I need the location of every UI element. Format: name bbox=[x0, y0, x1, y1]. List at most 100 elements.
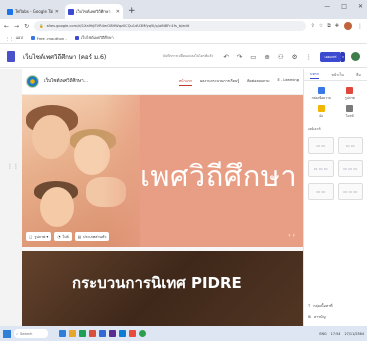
minimize-button[interactable]: — bbox=[324, 3, 330, 10]
browser-menu-icon[interactable]: ⋮ bbox=[357, 23, 363, 30]
address-bar-row: ← → ↻ 🔒 sites.google.com/d/1Xa9hJEVR4mO8… bbox=[0, 19, 367, 33]
taskbar-app-icon[interactable] bbox=[59, 330, 66, 337]
content-block-item[interactable]: T กลุ่มเนื้อหาที่ bbox=[308, 303, 333, 309]
system-tray: ENG 17:54 27/11/2564 bbox=[319, 332, 364, 336]
taskbar-apps bbox=[59, 330, 146, 337]
tab-themes[interactable]: ธีม bbox=[356, 72, 361, 78]
image-icon bbox=[346, 87, 354, 94]
taskbar-app-icon[interactable] bbox=[89, 330, 96, 337]
site-document-title[interactable]: เว็บไซต์เพศวิถีศึกษา (คอร์ ม.6) bbox=[23, 52, 106, 62]
taskbar-app-icon[interactable] bbox=[69, 330, 76, 337]
drive-icon bbox=[346, 105, 354, 112]
site-nav-links: หน้าแรก ผลงานกระบวนการเรียนรู้ ติดต่อสอบ… bbox=[178, 78, 299, 86]
insert-text-box[interactable]: กล่องข้อความ bbox=[308, 87, 335, 101]
profile-avatar[interactable] bbox=[344, 22, 352, 30]
layout-tile[interactable]: ▭ ▭ bbox=[308, 183, 334, 200]
scroll-arrows-icon[interactable]: ‹ › bbox=[288, 232, 295, 239]
account-avatar[interactable] bbox=[351, 52, 360, 61]
embed-icon bbox=[317, 105, 325, 112]
maximize-button[interactable]: □ bbox=[341, 3, 347, 10]
table-of-contents-item[interactable]: ⊞ สารบัญ bbox=[308, 314, 333, 320]
logo-button[interactable]: ◔ ไปล์ bbox=[54, 232, 72, 241]
taskbar-search[interactable]: ⌕ Search bbox=[14, 329, 48, 338]
bookmarks-bar: ⋮⋮ แอป Free .mouthon - เว็บไซต์เพศวิถีศึ… bbox=[0, 33, 367, 44]
preview-icon[interactable]: ▭ bbox=[250, 53, 256, 61]
more-icon[interactable]: ⋮ bbox=[306, 53, 313, 61]
close-window-button[interactable]: ✕ bbox=[358, 3, 363, 10]
taskbar-app-icon[interactable] bbox=[99, 330, 106, 337]
header-banner[interactable]: เพศวิถีศึกษา ▢ รูปภาพ ▾ ◔ ไปล์ ▤ ประเภทส… bbox=[22, 95, 303, 247]
layout-tile[interactable]: ▭ ▭ ▭ bbox=[308, 160, 334, 177]
bookmark-icon bbox=[74, 36, 79, 40]
drag-handle-icon[interactable]: ⋮⋮ bbox=[7, 163, 19, 170]
reload-icon[interactable]: ↻ bbox=[24, 23, 29, 30]
lock-icon: 🔒 bbox=[39, 24, 44, 28]
puzzle-icon[interactable]: ✚ bbox=[335, 23, 339, 29]
layout-tile[interactable]: ▭ ▭ ▭ bbox=[337, 183, 363, 200]
site-logo[interactable] bbox=[26, 75, 39, 88]
text-format-icon: T bbox=[308, 304, 311, 308]
bookmark-apps[interactable]: ⋮⋮ แอป bbox=[6, 35, 23, 41]
clock-date[interactable]: 27/11/2564 bbox=[344, 332, 364, 336]
forward-icon[interactable]: → bbox=[14, 23, 19, 30]
section-title[interactable]: กระบวนการนิเทศ PIDRE bbox=[72, 271, 242, 295]
link-icon[interactable]: ⊕ bbox=[264, 53, 269, 61]
site-name[interactable]: เว็บไซต์เพศวิถีศึกษา... bbox=[44, 78, 88, 85]
close-tab-icon[interactable]: ✕ bbox=[55, 9, 59, 15]
undo-icon[interactable]: ↶ bbox=[223, 53, 228, 61]
taskbar-app-icon[interactable] bbox=[119, 330, 126, 337]
chrome-app-icon[interactable] bbox=[139, 330, 146, 337]
text-box-icon bbox=[317, 87, 325, 94]
language-indicator[interactable]: ENG bbox=[319, 332, 326, 336]
google-sites-logo-icon[interactable] bbox=[7, 51, 15, 62]
bookmark-item[interactable]: Free .mouthon - bbox=[30, 36, 67, 41]
panel-tabs: แทรก หน้าเว็บ ธีม bbox=[304, 69, 367, 81]
taskbar-app-icon[interactable] bbox=[109, 330, 116, 337]
pidre-section[interactable]: กระบวนการนิเทศ PIDRE bbox=[22, 251, 303, 326]
insert-images[interactable]: รูปภาพ bbox=[337, 87, 364, 101]
browser-tab-2[interactable]: เว็บไซต์เพศวิถีศึกษา ✕ bbox=[65, 4, 123, 19]
insert-drive[interactable]: ไดรฟ์ bbox=[337, 105, 364, 119]
nav-link-contact[interactable]: ติดต่อสอบถาม bbox=[247, 78, 269, 86]
nav-link-elearning[interactable]: E - Learning bbox=[278, 78, 299, 86]
close-tab-icon[interactable]: ✕ bbox=[116, 9, 120, 15]
layout-tile[interactable]: ▭ ▭ bbox=[337, 137, 363, 154]
browser-tab-1[interactable]: Teflabs - Google Tab ✕ bbox=[4, 4, 62, 19]
browser-window: Teflabs - Google Tab ✕ เว็บไซต์เพศวิถีศึ… bbox=[0, 0, 367, 341]
back-icon[interactable]: ← bbox=[4, 23, 9, 30]
extension-icons: ⇪ ☆ ⧉ ✚ bbox=[311, 23, 339, 29]
redo-icon[interactable]: ↷ bbox=[237, 53, 242, 61]
layouts-heading: เลย์เอาต์ bbox=[308, 127, 321, 131]
bookmark-item[interactable]: เว็บไซต์เพศวิถีศึกษา bbox=[74, 35, 114, 41]
nav-link-home[interactable]: หน้าแรก bbox=[178, 78, 193, 86]
taskbar-app-icon[interactable] bbox=[79, 330, 86, 337]
layout-options: ▭ ▭ ▭ ▭ ▭ ▭ ▭ ▭ ▭ ▭ ▭ ▭ ▭ ▭ ▭ bbox=[304, 134, 367, 203]
tab-insert[interactable]: แทรก bbox=[310, 71, 319, 79]
url-text: sites.google.com/d/1Xa9hJEVR4mO8HWqz0CQu… bbox=[46, 24, 190, 28]
tab-pages[interactable]: หน้าเว็บ bbox=[331, 72, 343, 78]
header-type-button[interactable]: ▤ ประเภทส่วนหัว bbox=[74, 232, 110, 241]
change-image-button[interactable]: ▢ รูปภาพ ▾ bbox=[26, 232, 52, 241]
side-panel: แทรก หน้าเว็บ ธีม กล่องข้อความ รูปภาพ ฝั… bbox=[303, 69, 367, 326]
publish-dropdown-icon[interactable]: ▾ bbox=[341, 51, 345, 62]
site-canvas: เว็บไซต์เพศวิถีศึกษา... หน้าแรก ผลงานกระ… bbox=[22, 69, 303, 326]
share-with-others-icon[interactable]: ⚇ bbox=[278, 53, 284, 61]
nav-link-works[interactable]: ผลงานกระบวนการเรียนรู้ bbox=[200, 78, 239, 86]
window-controls: — □ ✕ bbox=[324, 3, 363, 10]
tab-favicon-icon bbox=[68, 8, 74, 15]
taskbar-app-icon[interactable] bbox=[129, 330, 136, 337]
bookmark-icon bbox=[30, 36, 35, 40]
clock-time[interactable]: 17:54 bbox=[331, 332, 341, 336]
layout-tile[interactable]: ▭ ▭ bbox=[308, 137, 334, 154]
publish-button[interactable]: เผยแพร่ bbox=[320, 51, 341, 62]
extension-icon[interactable]: ⧉ bbox=[327, 23, 331, 29]
insert-embed[interactable]: ฝัง bbox=[308, 105, 335, 119]
settings-icon[interactable]: ⚙ bbox=[292, 53, 298, 61]
share-icon[interactable]: ⇪ bbox=[311, 23, 315, 29]
new-tab-button[interactable]: + bbox=[128, 4, 136, 19]
banner-title[interactable]: เพศวิถีศึกษา bbox=[140, 153, 297, 199]
star-icon[interactable]: ☆ bbox=[319, 23, 323, 29]
windows-start-icon[interactable] bbox=[3, 329, 11, 338]
layout-tile[interactable]: ▭ ▭ ▭ bbox=[337, 160, 363, 177]
url-input[interactable]: 🔒 sites.google.com/d/1Xa9hJEVR4mO8HWqz0C… bbox=[34, 21, 306, 31]
